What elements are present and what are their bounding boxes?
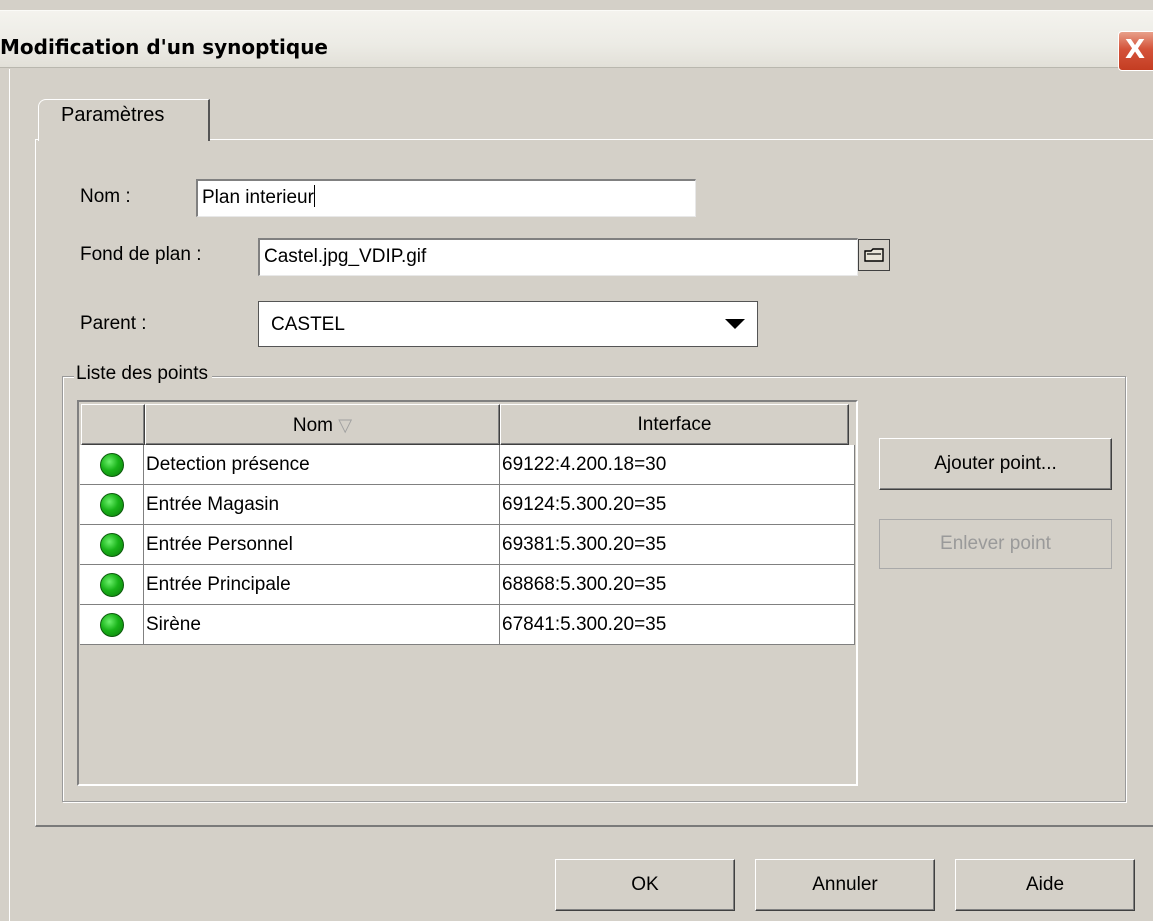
parent-value: CASTEL bbox=[271, 314, 345, 335]
row-interface: 69124:5.300.20=35 bbox=[500, 485, 855, 524]
status-cell bbox=[80, 605, 144, 644]
status-cell bbox=[80, 525, 144, 564]
tab-label: Paramètres bbox=[61, 104, 165, 126]
status-green-icon bbox=[99, 612, 124, 637]
add-point-button[interactable]: Ajouter point... bbox=[879, 438, 1112, 490]
row-nom: Entrée Principale bbox=[144, 565, 500, 604]
status-green-icon bbox=[99, 452, 124, 477]
fond-value: Castel.jpg_VDIP.gif bbox=[264, 246, 427, 267]
ok-button[interactable]: OK bbox=[555, 859, 735, 911]
sort-desc-icon: ▽ bbox=[338, 415, 353, 435]
close-icon: X bbox=[1125, 35, 1146, 65]
tab-parametres[interactable]: Paramètres bbox=[38, 99, 210, 141]
header-interface-label: Interface bbox=[637, 414, 712, 435]
parent-label: Parent : bbox=[80, 313, 147, 334]
row-interface: 68868:5.300.20=35 bbox=[500, 565, 855, 604]
help-button[interactable]: Aide bbox=[955, 859, 1135, 911]
table-body: Detection présence 69122:4.200.18=30 Ent… bbox=[80, 445, 855, 645]
status-cell bbox=[80, 445, 144, 484]
table-header: Nom ▽ Interface bbox=[81, 404, 849, 445]
header-status[interactable] bbox=[81, 404, 145, 445]
remove-point-button[interactable]: Enlever point bbox=[879, 519, 1112, 569]
browse-button[interactable] bbox=[858, 239, 890, 271]
row-interface: 69122:4.200.18=30 bbox=[500, 445, 855, 484]
row-nom: Sirène bbox=[144, 605, 500, 644]
row-nom: Detection présence bbox=[144, 445, 500, 484]
fond-label: Fond de plan : bbox=[80, 244, 202, 265]
window-title: Modification d'un synoptique bbox=[0, 35, 328, 59]
status-cell bbox=[80, 485, 144, 524]
nom-input[interactable]: Plan interieur bbox=[196, 179, 696, 217]
status-green-icon bbox=[99, 532, 124, 557]
table-row[interactable]: Entrée Principale 68868:5.300.20=35 bbox=[80, 565, 855, 605]
table-row[interactable]: Sirène 67841:5.300.20=35 bbox=[80, 605, 855, 645]
status-green-icon bbox=[99, 492, 124, 517]
status-cell bbox=[80, 565, 144, 604]
folder-icon bbox=[864, 248, 884, 262]
status-green-icon bbox=[99, 572, 124, 597]
points-group-title: Liste des points bbox=[74, 363, 213, 385]
header-nom-label: Nom bbox=[292, 415, 333, 436]
cancel-button[interactable]: Annuler bbox=[755, 859, 935, 911]
table-row[interactable]: Detection présence 69122:4.200.18=30 bbox=[80, 445, 855, 485]
fond-input[interactable]: Castel.jpg_VDIP.gif bbox=[258, 238, 858, 276]
title-bar[interactable]: Modification d'un synoptique X bbox=[0, 10, 1153, 71]
close-button[interactable]: X bbox=[1118, 31, 1153, 71]
row-nom: Entrée Personnel bbox=[144, 525, 500, 564]
nom-label: Nom : bbox=[80, 186, 131, 207]
row-interface: 69381:5.300.20=35 bbox=[500, 525, 855, 564]
header-interface[interactable]: Interface bbox=[500, 404, 849, 445]
chevron-down-icon bbox=[725, 319, 745, 329]
table-row[interactable]: Entrée Magasin 69124:5.300.20=35 bbox=[80, 485, 855, 525]
row-nom: Entrée Magasin bbox=[144, 485, 500, 524]
parent-select[interactable]: CASTEL bbox=[258, 301, 758, 347]
row-interface: 67841:5.300.20=35 bbox=[500, 605, 855, 644]
header-nom[interactable]: Nom ▽ bbox=[145, 404, 500, 445]
text-caret bbox=[313, 185, 315, 207]
table-row[interactable]: Entrée Personnel 69381:5.300.20=35 bbox=[80, 525, 855, 565]
nom-value: Plan interieur bbox=[202, 187, 314, 208]
